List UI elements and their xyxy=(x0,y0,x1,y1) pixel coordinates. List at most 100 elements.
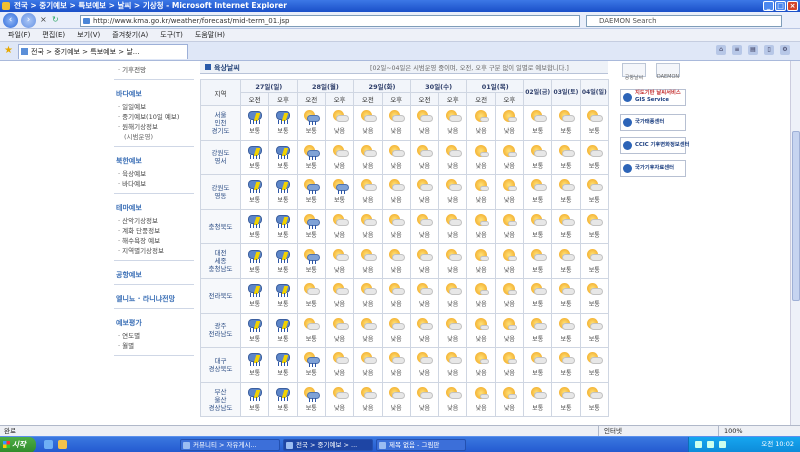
cloudy-icon xyxy=(387,352,406,366)
region-label: 울산 xyxy=(214,395,227,404)
search-input[interactable]: DAEMON Search xyxy=(586,15,782,27)
close-button[interactable]: × xyxy=(787,1,798,11)
page-icon[interactable]: ▯ xyxy=(764,45,774,55)
sidebar-item[interactable]: · 육상예보 xyxy=(118,169,198,179)
sidebar-item[interactable]: · 연도별 xyxy=(118,331,198,341)
rain-chance-label: 보통 xyxy=(560,405,572,413)
start-button[interactable]: 시작 xyxy=(0,437,36,452)
sidebar-item[interactable]: · 산악기상정보 xyxy=(118,216,198,226)
home-icon[interactable]: ⌂ xyxy=(716,45,726,55)
sidebar-item[interactable]: · 월별 xyxy=(118,341,198,351)
cloudy-icon xyxy=(529,248,547,263)
stop-icon[interactable]: × xyxy=(40,15,47,24)
sidebar-item-label: 산악기상정보 xyxy=(122,217,159,225)
table-row: 대전 세종 충청남도 보통 보통 보통 낮음 낮음 낮음 낮음 낮음 낮음 낮음 보통 보통 보통 xyxy=(200,243,609,279)
forecast-cell: 낮음 xyxy=(466,174,496,210)
tray-ime-icon[interactable] xyxy=(719,441,726,448)
menu-tools[interactable]: 도구(T) xyxy=(160,29,183,41)
forward-button[interactable]: › xyxy=(21,13,36,28)
cloudy-icon xyxy=(387,110,406,124)
forecast-cell: 낮음 xyxy=(409,243,440,279)
forecast-cell: 보통 xyxy=(239,208,270,245)
gis-service-banner[interactable]: 지도기반 날씨서비스 GIS Service xyxy=(620,89,686,106)
menu-file[interactable]: 파일(F) xyxy=(8,29,30,41)
rain-chance-label: 보통 xyxy=(277,128,289,136)
sunny-icon xyxy=(500,214,518,228)
cloudy-icon xyxy=(585,317,604,332)
tray-volume-icon[interactable] xyxy=(707,441,714,448)
forecast-cell: 낮음 xyxy=(494,243,525,279)
menu-view[interactable]: 보기(V) xyxy=(77,29,100,41)
rain-chance-label: 보통 xyxy=(249,128,261,136)
tools-icon[interactable]: ⚙ xyxy=(780,45,790,55)
rain-chance-label: 보통 xyxy=(249,335,261,343)
maximize-button[interactable]: □ xyxy=(775,1,786,11)
menu-favorites[interactable]: 즐겨찾기(A) xyxy=(112,29,148,41)
sidebar-heading[interactable]: 공항예보 xyxy=(116,270,198,280)
quicklaunch-ie-icon[interactable] xyxy=(44,440,53,449)
taskbar-community[interactable]: 커뮤니티 > 자유게시... xyxy=(180,439,280,451)
menu-help[interactable]: 도움말(H) xyxy=(195,29,225,41)
page-content: · 기후전망바다예보 · 일일예보 · 중기예보(10일 예보) · 원해기상정보 (시… xyxy=(0,61,790,425)
cloudy-icon xyxy=(302,283,321,297)
forecast-cell: 낮음 xyxy=(324,139,355,176)
climate-data-banner[interactable]: 국가기후자료센터 xyxy=(620,160,686,177)
sidebar-item[interactable]: · 기후전망 xyxy=(118,65,198,75)
region-label: 영동 xyxy=(214,191,227,200)
region-cell: 강원도 영서 xyxy=(200,139,241,176)
window-title: 전국 > 중기예보 > 특보예보 > 날씨 > 기상청 - Microsoft … xyxy=(14,1,287,10)
sidebar-item[interactable]: · 원해기상정보 xyxy=(118,122,198,132)
sidebar-item[interactable]: · 일일예보 xyxy=(118,102,198,112)
sidebar-item[interactable]: (시범운영) xyxy=(124,132,198,142)
forecast-cell: 보통 xyxy=(523,208,553,245)
sidebar-item[interactable]: · 해수욕장 예보 xyxy=(118,236,198,246)
address-input[interactable]: http://www.kma.go.kr/weather/forecast/mi… xyxy=(80,15,580,27)
sunny-icon xyxy=(472,352,490,366)
forecast-cell: 낮음 xyxy=(353,139,383,176)
period-header: 오후 xyxy=(381,92,411,106)
tray-network-icon[interactable] xyxy=(695,441,702,448)
menu-edit[interactable]: 편집(E) xyxy=(42,29,65,41)
vertical-scrollbar[interactable] xyxy=(790,61,800,425)
browser-tab[interactable]: 전국 > 중기예보 > 특보예보 > 날... xyxy=(18,44,188,59)
refresh-icon[interactable]: ↻ xyxy=(52,15,59,24)
table-row: 부산 울산 경상남도 보통 보통 보통 낮음 낮음 낮음 낮음 낮음 낮음 낮음 보통 보통 보통 xyxy=(200,381,609,418)
typhoon-center-banner[interactable]: 국가태풍센터 xyxy=(620,114,686,131)
sunny-icon xyxy=(472,248,490,263)
period-header: 오전 xyxy=(466,92,496,106)
rain-chance-label: 낮음 xyxy=(475,301,487,309)
cloudy-icon xyxy=(529,352,547,366)
sidebar-heading[interactable]: 바다예보 xyxy=(116,89,198,99)
rain-chance-label: 낮음 xyxy=(362,162,374,170)
taskbar-forecast[interactable]: 전국 > 중기예보 > ... xyxy=(283,439,373,451)
sidebar-heading[interactable]: 예보평가 xyxy=(116,318,198,328)
rain-chance-label: 낮음 xyxy=(447,232,459,240)
quicklaunch-folder-icon[interactable] xyxy=(58,440,67,449)
sidebar-heading[interactable]: 테마예보 xyxy=(116,203,198,213)
rain-chance-label: 보통 xyxy=(305,266,317,274)
print-icon[interactable]: ▤ xyxy=(748,45,758,55)
scrollbar-thumb[interactable] xyxy=(792,131,800,301)
sidebar-item[interactable]: · 바다예보 xyxy=(118,179,198,189)
rain-chance-label: 보통 xyxy=(305,335,317,343)
sidebar-item[interactable]: · 중기예보(10일 예보) xyxy=(118,112,198,122)
ccic-banner[interactable]: CCIC 기후변화정보센터 xyxy=(620,137,689,154)
sunny-icon xyxy=(472,144,490,159)
sidebar-heading[interactable]: 북한예보 xyxy=(116,156,198,166)
forecast-cell: 보통 xyxy=(296,139,326,176)
sidebar-divider xyxy=(114,260,194,261)
feeds-icon[interactable]: ≡ xyxy=(732,45,742,55)
sidebar-item[interactable]: · 계화 단풍정보 xyxy=(118,226,198,236)
forecast-cell: 낮음 xyxy=(466,105,496,141)
sunny-icon xyxy=(500,283,518,297)
forecast-cell: 낮음 xyxy=(381,347,411,383)
rain-icon xyxy=(274,110,292,125)
table-row: 서울 인천 경기도 보통 보통 보통 낮음 낮음 낮음 낮음 낮음 낮음 낮음 보통 보통 보통 xyxy=(200,105,609,141)
favorites-star-icon[interactable]: ★ xyxy=(4,45,13,56)
taskbar-paint[interactable]: 제목 없음 - 그림판 xyxy=(376,439,466,451)
cloudy-icon xyxy=(585,283,604,297)
sidebar-heading[interactable]: 엘니뇨 · 라니냐전망 xyxy=(116,294,198,304)
back-button[interactable]: ‹ xyxy=(3,13,18,28)
minimize-button[interactable]: _ xyxy=(763,1,774,11)
sidebar-item[interactable]: · 지역별기상정보 xyxy=(118,246,198,256)
